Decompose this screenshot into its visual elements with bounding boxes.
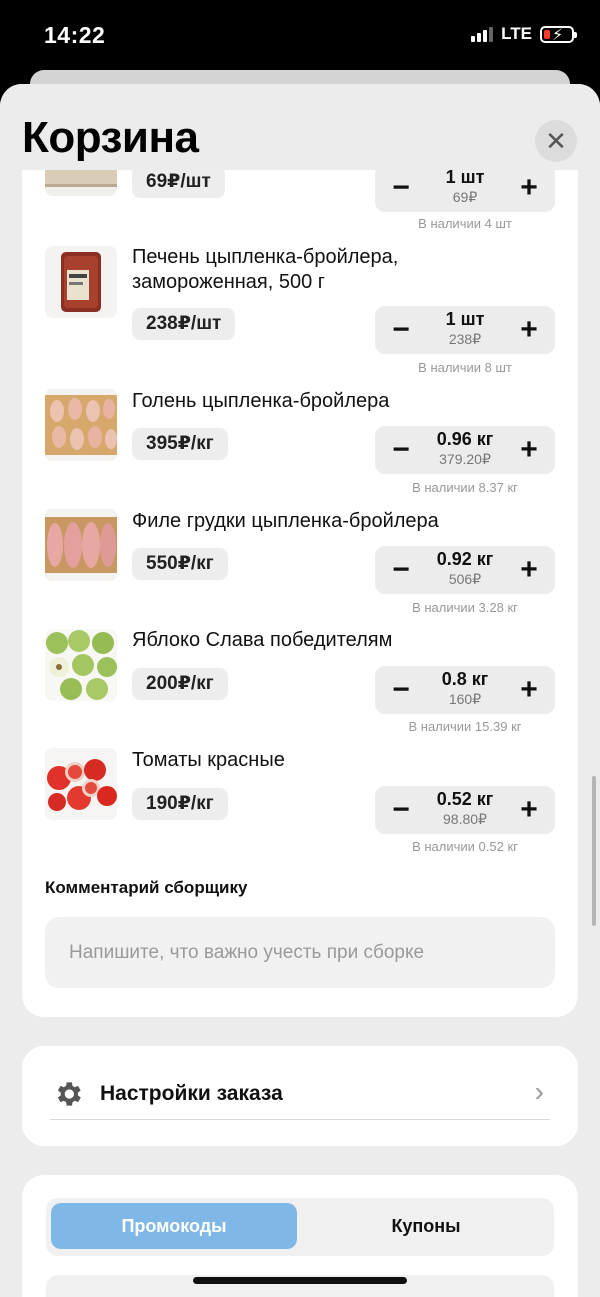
price-chip: 550₽/кг — [132, 548, 228, 580]
stock-info: В наличии 8 шт — [418, 360, 512, 375]
product-name[interactable]: Голень цыпленка-бройлера — [132, 389, 452, 414]
stock-info: В наличии 3.28 кг — [412, 600, 518, 615]
close-button[interactable]: ✕ — [535, 120, 577, 162]
product-image[interactable] — [45, 246, 117, 318]
decrease-button[interactable]: − — [377, 546, 425, 594]
network-type: LTE — [501, 24, 532, 43]
liver-pack-image — [45, 246, 117, 318]
quantity-value: 1 шт — [445, 167, 485, 187]
price-chip: 395₽/кг — [132, 428, 228, 460]
quantity-value: 0.52 кг — [436, 789, 494, 809]
decrease-button[interactable]: − — [377, 666, 425, 714]
item-sum: 238₽ — [448, 331, 482, 347]
stock-info: В наличии 15.39 кг — [408, 719, 522, 734]
stock-info: В наличии 8.37 кг — [412, 480, 518, 495]
price-chip: 238₽/шт — [132, 308, 236, 340]
item-sum: 98.80₽ — [443, 811, 487, 827]
item-sum: 379.20₽ — [439, 451, 491, 467]
cart-header: Корзина ✕ — [0, 84, 600, 170]
gear-icon — [57, 1081, 81, 1106]
decrease-button[interactable]: − — [377, 164, 425, 212]
increase-button[interactable]: + — [505, 546, 553, 594]
cart-items-card: 69₽/шт − 1 шт 69₽ + В наличии 4 шт Печен… — [22, 84, 578, 1017]
quantity-stepper: − 1 шт 69₽ + — [375, 164, 555, 212]
product-image[interactable] — [45, 748, 117, 820]
quantity-stepper: − 0.52 кг 98.80₽ + — [375, 786, 555, 834]
quantity-stepper: − 0.92 кг 506₽ + — [375, 546, 555, 594]
item-sum: 160₽ — [448, 691, 482, 707]
product-image[interactable] — [45, 629, 117, 701]
price-chip: 69₽/шт — [132, 166, 225, 198]
product-name[interactable]: Томаты красные — [132, 748, 452, 773]
item-sum: 506₽ — [448, 571, 482, 587]
decrease-button[interactable]: − — [377, 426, 425, 474]
apples-image — [45, 629, 117, 701]
stock-info: В наличии 0.52 кг — [412, 839, 518, 854]
stock-info: В наличии 4 шт — [418, 216, 512, 231]
battery-icon: ⚡ — [540, 25, 577, 44]
comment-label: Комментарий сборщику — [45, 878, 248, 897]
scrollbar[interactable] — [592, 776, 596, 926]
quantity-stepper: − 0.96 кг 379.20₽ + — [375, 426, 555, 474]
product-name[interactable]: Печень цыпленка-бройлера, замороженная, … — [132, 245, 452, 295]
status-bar: 14:22 LTE ⚡ — [0, 0, 600, 70]
order-settings-card: Настройки заказа › — [22, 1046, 578, 1146]
order-settings-button[interactable]: Настройки заказа › — [50, 1068, 550, 1120]
drumsticks-image — [45, 389, 117, 461]
quantity-stepper: − 0.8 кг 160₽ + — [375, 666, 555, 714]
chevron-right-icon: › — [534, 1076, 544, 1107]
increase-button[interactable]: + — [505, 666, 553, 714]
quantity-value: 1 шт — [445, 309, 485, 329]
breast-fillet-image — [45, 509, 117, 581]
decrease-button[interactable]: − — [377, 786, 425, 834]
product-name[interactable]: Яблоко Слава победителям — [132, 628, 452, 653]
item-sum: 69₽ — [452, 189, 478, 205]
quantity-value: 0.92 кг — [436, 549, 494, 569]
tab-promocodes[interactable]: Промокоды — [51, 1203, 297, 1249]
order-settings-label: Настройки заказа — [100, 1081, 283, 1105]
decrease-button[interactable]: − — [377, 306, 425, 354]
price-chip: 200₽/кг — [132, 668, 228, 700]
increase-button[interactable]: + — [505, 306, 553, 354]
quantity-value: 0.96 кг — [436, 429, 494, 449]
home-indicator[interactable] — [193, 1277, 407, 1284]
price-chip: 190₽/кг — [132, 788, 228, 820]
tab-coupons[interactable]: Купоны — [303, 1203, 549, 1249]
page-title: Корзина — [22, 113, 199, 162]
increase-button[interactable]: + — [505, 426, 553, 474]
product-image[interactable] — [45, 509, 117, 581]
product-image[interactable] — [45, 389, 117, 461]
promo-segmented-control: Промокоды Купоны — [46, 1198, 554, 1256]
signal-icon — [471, 26, 494, 42]
increase-button[interactable]: + — [505, 786, 553, 834]
status-time: 14:22 — [44, 22, 106, 48]
comment-input[interactable] — [45, 917, 555, 988]
product-name[interactable]: Филе грудки цыпленка-бройлера — [132, 509, 452, 534]
close-icon: ✕ — [545, 126, 567, 156]
quantity-value: 0.8 кг — [441, 669, 489, 689]
tomatoes-image — [45, 748, 117, 820]
increase-button[interactable]: + — [505, 164, 553, 212]
cart-sheet: Корзина ✕ 69₽/шт − 1 шт 69₽ + В наличии … — [0, 84, 600, 1297]
quantity-stepper: − 1 шт 238₽ + — [375, 306, 555, 354]
status-indicators: LTE ⚡ — [471, 24, 577, 44]
